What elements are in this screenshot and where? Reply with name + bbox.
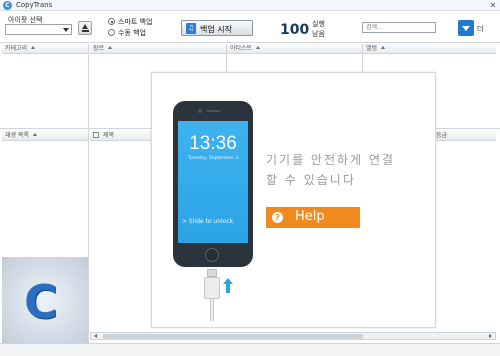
- start-backup-button[interactable]: ♫ 백업 시작: [181, 20, 253, 36]
- category-header-label: 카테고리: [5, 45, 28, 52]
- eject-button[interactable]: [78, 21, 92, 35]
- iphone-illustration: 13:36 Tuesday, September 3 > Slide to un…: [173, 101, 253, 267]
- artist-column-header[interactable]: 아티스트: [227, 44, 362, 54]
- music-note-icon: ♫: [186, 23, 196, 34]
- usb-cable-wire: [210, 299, 214, 321]
- help-icon: ?: [272, 212, 283, 223]
- chevron-down-icon: [63, 28, 69, 32]
- sort-up-icon: [31, 46, 36, 49]
- start-backup-label: 백업 시작: [200, 25, 232, 34]
- up-arrow-icon: [223, 278, 233, 294]
- category-column-header[interactable]: 카테고리: [2, 44, 88, 54]
- window-title: CopyTrans: [16, 1, 53, 9]
- genre-header-label: 장르: [93, 45, 105, 52]
- more-menu-button[interactable]: [458, 20, 474, 36]
- scroll-left-icon[interactable]: [94, 334, 97, 338]
- rating-header-label: 등급: [436, 132, 448, 139]
- toolbar: 아이팟 선택 스마트 백업 수동 백업 ♫ 백업 시작 100 실행 남음 더: [0, 11, 500, 43]
- device-select[interactable]: [5, 24, 72, 35]
- phone-screen: 13:36 Tuesday, September 3 > Slide to un…: [178, 121, 248, 243]
- radio-dot: [108, 29, 115, 36]
- connect-message-line-1: 기기를 안전하게 연결: [266, 153, 395, 167]
- connect-device-overlay: 13:36 Tuesday, September 3 > Slide to un…: [151, 72, 436, 328]
- close-button[interactable]: ✕: [488, 1, 498, 10]
- sort-up-icon: [33, 133, 37, 136]
- sort-up-icon: [108, 46, 113, 49]
- copytrans-logo: C: [2, 257, 88, 345]
- help-button[interactable]: ? Help: [266, 207, 360, 228]
- radio-label: 수동 백업: [118, 29, 146, 37]
- album-column-header[interactable]: 앨범: [363, 44, 496, 54]
- connect-message-line-2: 할 수 있습니다: [266, 173, 356, 187]
- remaining-count: 100: [280, 22, 310, 38]
- eject-icon: [82, 24, 88, 29]
- scroll-thumb[interactable]: [103, 334, 363, 339]
- playlist-header-label: 재생 목록: [5, 132, 29, 139]
- speaker-icon: [206, 110, 220, 112]
- count-label-2: 남음: [312, 30, 325, 38]
- search-input[interactable]: [362, 22, 436, 33]
- scroll-right-icon[interactable]: [489, 334, 492, 338]
- count-label-1: 실행: [312, 20, 325, 28]
- eject-icon-bar: [82, 30, 89, 32]
- status-bar: [0, 343, 500, 356]
- select-all-checkbox[interactable]: [93, 132, 99, 138]
- album-header-label: 앨범: [366, 45, 378, 52]
- more-label: 더: [477, 25, 484, 33]
- divider: [88, 44, 89, 344]
- title-bar: C CopyTrans ✕: [0, 0, 500, 11]
- sort-up-icon: [256, 46, 261, 49]
- title-header-label: 제목: [103, 132, 115, 139]
- sort-up-icon: [381, 46, 386, 49]
- camera-icon: [198, 109, 202, 113]
- genre-column-header[interactable]: 장르: [90, 44, 226, 54]
- phone-date: Tuesday, September 3: [187, 156, 239, 161]
- up-arrow-shaft: [226, 284, 230, 293]
- chevron-down-icon: [462, 26, 470, 31]
- radio-dot: [108, 18, 115, 25]
- home-button-icon: [205, 248, 219, 262]
- radio-label: 스마트 백업: [118, 18, 153, 26]
- playlist-column-header[interactable]: 재생 목록: [2, 131, 88, 141]
- usb-cable-icon: [207, 269, 217, 277]
- horizontal-scrollbar[interactable]: [90, 332, 496, 340]
- logo-letter: C: [24, 275, 58, 329]
- slide-to-unlock-text: > Slide to unlock: [182, 218, 234, 225]
- phone-time: 13:36: [189, 133, 237, 154]
- help-label: Help: [295, 209, 325, 224]
- artist-header-label: 아티스트: [230, 45, 253, 52]
- app-icon: C: [3, 1, 12, 10]
- usb-cable-body: [204, 277, 220, 299]
